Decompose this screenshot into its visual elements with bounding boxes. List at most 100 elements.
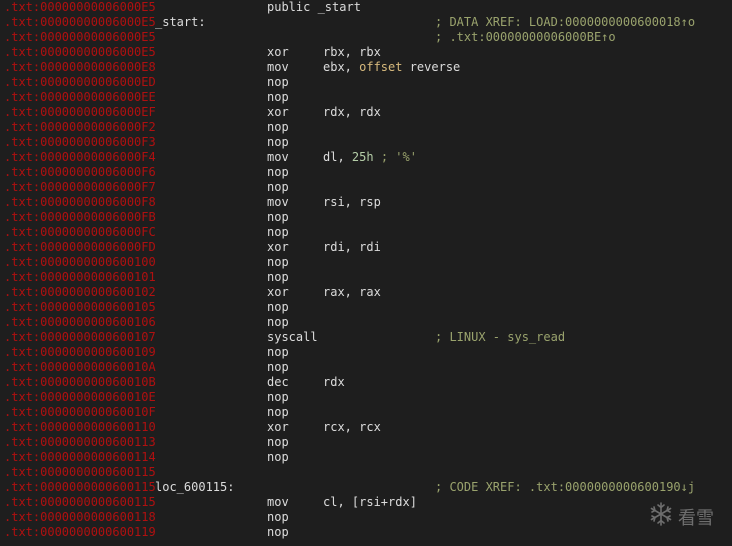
listing-row[interactable]: .txt:00000000006000F4 mov dl, 25h ; '%': [0, 150, 732, 165]
address[interactable]: .txt:000000000060010A: [4, 360, 156, 375]
address[interactable]: .txt:00000000006000F4: [4, 150, 156, 165]
listing-row[interactable]: .txt:0000000000600115: [0, 465, 732, 480]
address[interactable]: .txt:00000000006000E5: [4, 45, 156, 60]
mnemonic[interactable]: mov: [267, 495, 289, 510]
mnemonic[interactable]: nop: [267, 360, 289, 375]
listing-row[interactable]: .txt:0000000000600106 nop: [0, 315, 732, 330]
listing-row[interactable]: .txt:00000000006000F3 nop: [0, 135, 732, 150]
mnemonic[interactable]: nop: [267, 120, 289, 135]
listing-row[interactable]: .txt:00000000006000EE nop: [0, 90, 732, 105]
mnemonic[interactable]: nop: [267, 345, 289, 360]
listing-row[interactable]: .txt:0000000000600102 xor rax, rax: [0, 285, 732, 300]
operands[interactable]: rcx, rcx: [323, 420, 381, 435]
address[interactable]: .txt:0000000000600115: [4, 480, 156, 495]
listing-row[interactable]: .txt:00000000006000FD xor rdi, rdi: [0, 240, 732, 255]
listing-row[interactable]: .txt:000000000060010A nop: [0, 360, 732, 375]
listing-row[interactable]: .txt:00000000006000E5 xor rbx, rbx: [0, 45, 732, 60]
address[interactable]: .txt:000000000060010B: [4, 375, 156, 390]
operands[interactable]: dl, 25h ; '%': [323, 150, 417, 165]
listing-row[interactable]: .txt:0000000000600119 nop: [0, 525, 732, 540]
address[interactable]: .txt:0000000000600100: [4, 255, 156, 270]
address[interactable]: .txt:00000000006000EF: [4, 105, 156, 120]
mnemonic[interactable]: nop: [267, 435, 289, 450]
listing-row[interactable]: .txt:0000000000600115 mov cl, [rsi+rdx]: [0, 495, 732, 510]
operands[interactable]: cl, [rsi+rdx]: [323, 495, 417, 510]
address[interactable]: .txt:00000000006000FD: [4, 240, 156, 255]
listing-row[interactable]: .txt:000000000060010E nop: [0, 390, 732, 405]
listing-row[interactable]: .txt:00000000006000FC nop: [0, 225, 732, 240]
address[interactable]: .txt:00000000006000F7: [4, 180, 156, 195]
disassembly-listing[interactable]: .txt:00000000006000E5 public _start .txt:0…: [0, 0, 732, 540]
listing-row[interactable]: .txt:0000000000600109 nop: [0, 345, 732, 360]
mnemonic[interactable]: mov: [267, 150, 289, 165]
mnemonic[interactable]: public _start: [267, 0, 361, 15]
listing-row[interactable]: .txt:00000000006000F7 nop: [0, 180, 732, 195]
operands[interactable]: rdx, rdx: [323, 105, 381, 120]
listing-row[interactable]: .txt:0000000000600101 nop: [0, 270, 732, 285]
address[interactable]: .txt:0000000000600118: [4, 510, 156, 525]
listing-row[interactable]: .txt:00000000006000EF xor rdx, rdx: [0, 105, 732, 120]
mnemonic[interactable]: dec: [267, 375, 289, 390]
address[interactable]: .txt:000000000060010F: [4, 405, 156, 420]
listing-row[interactable]: .txt:0000000000600100 nop: [0, 255, 732, 270]
address[interactable]: .txt:00000000006000ED: [4, 75, 156, 90]
address[interactable]: .txt:0000000000600115: [4, 465, 156, 480]
operands[interactable]: ebx, offset reverse: [323, 60, 460, 75]
address[interactable]: .txt:0000000000600113: [4, 435, 156, 450]
mnemonic[interactable]: xor: [267, 45, 289, 60]
mnemonic[interactable]: nop: [267, 270, 289, 285]
mnemonic[interactable]: nop: [267, 525, 289, 540]
mnemonic[interactable]: nop: [267, 300, 289, 315]
mnemonic[interactable]: nop: [267, 180, 289, 195]
address[interactable]: .txt:00000000006000F2: [4, 120, 156, 135]
address[interactable]: .txt:00000000006000F6: [4, 165, 156, 180]
code-label[interactable]: loc_600115:: [155, 480, 234, 495]
address[interactable]: .txt:00000000006000E5: [4, 30, 156, 45]
operands[interactable]: rbx, rbx: [323, 45, 381, 60]
operands[interactable]: rdx: [323, 375, 345, 390]
address[interactable]: .txt:0000000000600106: [4, 315, 156, 330]
code-label[interactable]: _start:: [155, 15, 206, 30]
listing-row[interactable]: .txt:0000000000600118 nop: [0, 510, 732, 525]
address[interactable]: .txt:0000000000600101: [4, 270, 156, 285]
address[interactable]: .txt:0000000000600115: [4, 495, 156, 510]
address[interactable]: .txt:00000000006000FB: [4, 210, 156, 225]
address[interactable]: .txt:0000000000600109: [4, 345, 156, 360]
mnemonic[interactable]: nop: [267, 225, 289, 240]
address[interactable]: .txt:0000000000600102: [4, 285, 156, 300]
address[interactable]: .txt:00000000006000E5: [4, 15, 156, 30]
mnemonic[interactable]: nop: [267, 90, 289, 105]
mnemonic[interactable]: nop: [267, 450, 289, 465]
listing-row[interactable]: .txt:00000000006000ED nop: [0, 75, 732, 90]
mnemonic[interactable]: syscall: [267, 330, 318, 345]
address[interactable]: .txt:00000000006000F3: [4, 135, 156, 150]
mnemonic[interactable]: nop: [267, 210, 289, 225]
listing-row[interactable]: .txt:000000000060010F nop: [0, 405, 732, 420]
listing-row[interactable]: .txt:0000000000600105 nop: [0, 300, 732, 315]
listing-row[interactable]: .txt:0000000000600110 xor rcx, rcx: [0, 420, 732, 435]
operands[interactable]: rsi, rsp: [323, 195, 381, 210]
listing-row[interactable]: .txt:00000000006000E5 ; .txt:000000000060…: [0, 30, 732, 45]
address[interactable]: .txt:0000000000600110: [4, 420, 156, 435]
listing-row[interactable]: .txt:00000000006000FB nop: [0, 210, 732, 225]
mnemonic[interactable]: nop: [267, 510, 289, 525]
listing-row[interactable]: .txt:0000000000600113 nop: [0, 435, 732, 450]
mnemonic[interactable]: nop: [267, 255, 289, 270]
listing-row[interactable]: .txt:0000000000600114 nop: [0, 450, 732, 465]
mnemonic[interactable]: xor: [267, 240, 289, 255]
mnemonic[interactable]: xor: [267, 105, 289, 120]
listing-row[interactable]: .txt:00000000006000E5 public _start: [0, 0, 732, 15]
address[interactable]: .txt:0000000000600107: [4, 330, 156, 345]
mnemonic[interactable]: mov: [267, 60, 289, 75]
mnemonic[interactable]: nop: [267, 75, 289, 90]
address[interactable]: .txt:00000000006000E8: [4, 60, 156, 75]
mnemonic[interactable]: xor: [267, 285, 289, 300]
mnemonic[interactable]: nop: [267, 405, 289, 420]
mnemonic[interactable]: xor: [267, 420, 289, 435]
mnemonic[interactable]: nop: [267, 135, 289, 150]
address[interactable]: .txt:0000000000600114: [4, 450, 156, 465]
address[interactable]: .txt:00000000006000F8: [4, 195, 156, 210]
operands[interactable]: rdi, rdi: [323, 240, 381, 255]
listing-row[interactable]: .txt:000000000060010B dec rdx: [0, 375, 732, 390]
listing-row[interactable]: .txt:0000000000600115 loc_600115: ; CODE X…: [0, 480, 732, 495]
